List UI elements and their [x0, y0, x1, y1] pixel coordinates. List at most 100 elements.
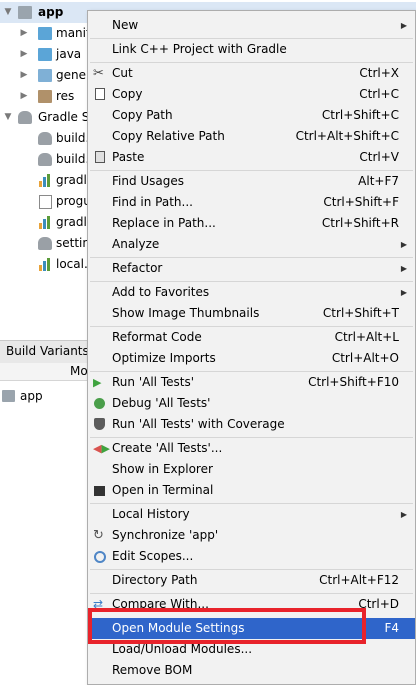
expand-arrow-icon[interactable]: ▶: [18, 23, 30, 44]
properties-file-icon: [39, 216, 51, 229]
tree-item-label: manif: [56, 26, 91, 40]
run-play-icon: ▶: [93, 376, 102, 389]
menu-item-debug-all-tests[interactable]: Debug 'All Tests': [88, 393, 415, 414]
paste-icon: [95, 151, 105, 163]
menu-item-analyze[interactable]: Analyze ▶: [88, 234, 415, 255]
menu-item-synchronize[interactable]: ↻ Synchronize 'app': [88, 525, 415, 546]
generated-folder-icon: [38, 69, 52, 82]
menu-item-new[interactable]: New ▶: [88, 15, 415, 36]
expand-arrow-icon[interactable]: ▶: [18, 44, 30, 65]
gradle-elephant-icon: [38, 153, 52, 166]
menu-item-label: Cut: [112, 66, 133, 80]
menu-item-shortcut: Ctrl+Shift+R: [321, 216, 399, 230]
menu-item-label: Remove BOM: [112, 663, 193, 677]
tree-item-label: res: [56, 89, 75, 103]
scope-icon: [94, 551, 106, 563]
menu-item-label: Run 'All Tests' with Coverage: [112, 417, 285, 431]
menu-item-replace-in-path[interactable]: Replace in Path... Ctrl+Shift+R: [88, 213, 415, 234]
menu-item-shortcut: Ctrl+Shift+C: [321, 108, 399, 122]
context-menu: New ▶ Link C++ Project with Gradle ✂ Cut…: [87, 10, 416, 685]
menu-item-label: Analyze: [112, 237, 160, 251]
menu-item-label: Run 'All Tests': [112, 375, 194, 389]
menu-item-copy-path[interactable]: Copy Path Ctrl+Shift+C: [88, 105, 415, 126]
menu-item-copy[interactable]: Copy Ctrl+C: [88, 84, 415, 105]
tree-item-label: java: [56, 47, 82, 61]
menu-item-label: Copy: [112, 87, 143, 101]
folder-icon: [38, 27, 52, 40]
menu-item-label: Reformat Code: [112, 330, 202, 344]
menu-item-remove-bom[interactable]: Remove BOM: [88, 660, 415, 681]
menu-item-label: Find in Path...: [112, 195, 193, 209]
menu-item-edit-scopes[interactable]: Edit Scopes...: [88, 546, 415, 567]
gradle-elephant-icon: [38, 132, 52, 145]
menu-item-copy-relative-path[interactable]: Copy Relative Path Ctrl+Alt+Shift+C: [88, 126, 415, 147]
module-column-label: Mo: [70, 364, 88, 378]
menu-item-label: Directory Path: [112, 573, 198, 587]
menu-item-local-history[interactable]: Local History ▶: [88, 504, 415, 525]
folder-icon: [38, 48, 52, 61]
resources-folder-icon: [38, 90, 52, 103]
menu-item-shortcut: Ctrl+Alt+Shift+C: [295, 129, 399, 143]
debug-bug-icon: [94, 398, 105, 409]
collapse-arrow-icon[interactable]: ▼: [2, 107, 14, 128]
tree-root-label: app: [38, 5, 64, 19]
menu-item-add-to-favorites[interactable]: Add to Favorites ▶: [88, 282, 415, 303]
menu-item-find-in-path[interactable]: Find in Path... Ctrl+Shift+F: [88, 192, 415, 213]
submenu-arrow-icon: ▶: [400, 264, 407, 273]
tree-item-label: progu: [56, 194, 91, 208]
tree-item-label: build.: [56, 131, 90, 145]
tree-item-label: build.: [56, 152, 90, 166]
submenu-arrow-icon: ▶: [400, 288, 407, 297]
coverage-shield-icon: [94, 418, 105, 430]
text-file-icon: [39, 195, 52, 209]
menu-item-find-usages[interactable]: Find Usages Alt+F7: [88, 171, 415, 192]
module-folder-icon: [18, 6, 32, 19]
menu-item-shortcut: Alt+F7: [358, 174, 399, 188]
menu-item-run-with-coverage[interactable]: Run 'All Tests' with Coverage: [88, 414, 415, 435]
menu-item-shortcut: Ctrl+Alt+F12: [319, 573, 399, 587]
menu-item-shortcut: Ctrl+Shift+F: [323, 195, 399, 209]
expand-arrow-icon[interactable]: ▶: [18, 65, 30, 86]
menu-item-shortcut: Ctrl+Shift+T: [322, 306, 399, 320]
copy-icon: [95, 88, 105, 100]
menu-item-label: Copy Relative Path: [112, 129, 225, 143]
menu-item-label: Find Usages: [112, 174, 185, 188]
menu-item-label: New: [112, 18, 139, 32]
build-variant-module-label: app: [20, 389, 43, 403]
menu-item-label: Open in Terminal: [112, 483, 214, 497]
menu-item-label: Local History: [112, 507, 190, 521]
menu-item-open-in-terminal[interactable]: Open in Terminal: [88, 480, 415, 501]
menu-item-label: Debug 'All Tests': [112, 396, 211, 410]
menu-item-paste[interactable]: Paste Ctrl+V: [88, 147, 415, 168]
menu-item-show-in-explorer[interactable]: Show in Explorer: [88, 459, 415, 480]
menu-item-cut[interactable]: ✂ Cut Ctrl+X: [88, 63, 415, 84]
submenu-arrow-icon: ▶: [400, 510, 407, 519]
gradle-elephant-icon: [18, 111, 32, 124]
gradle-elephant-icon: [38, 237, 52, 250]
menu-item-label: Show Image Thumbnails: [112, 306, 260, 320]
properties-file-icon: [39, 174, 51, 187]
menu-item-label: Link C++ Project with Gradle: [112, 42, 287, 56]
submenu-arrow-icon: ▶: [400, 21, 407, 30]
menu-item-shortcut: Ctrl+Alt+O: [331, 351, 399, 365]
menu-item-shortcut: Ctrl+V: [359, 150, 399, 164]
menu-item-link-cpp[interactable]: Link C++ Project with Gradle: [88, 39, 415, 60]
menu-item-label: Optimize Imports: [112, 351, 216, 365]
module-folder-icon: [2, 390, 15, 402]
sync-icon: ↻: [93, 528, 104, 543]
menu-item-show-image-thumbnails[interactable]: Show Image Thumbnails Ctrl+Shift+T: [88, 303, 415, 324]
submenu-arrow-icon: ▶: [400, 240, 407, 249]
menu-item-directory-path[interactable]: Directory Path Ctrl+Alt+F12: [88, 570, 415, 591]
menu-item-reformat-code[interactable]: Reformat Code Ctrl+Alt+L: [88, 327, 415, 348]
properties-file-icon: [39, 258, 51, 271]
menu-item-create-all-tests[interactable]: ◀▶ Create 'All Tests'...: [88, 438, 415, 459]
menu-item-run-all-tests[interactable]: ▶ Run 'All Tests' Ctrl+Shift+F10: [88, 372, 415, 393]
tree-item-label: gener: [56, 68, 91, 82]
menu-item-refactor[interactable]: Refactor ▶: [88, 258, 415, 279]
menu-item-label: Copy Path: [112, 108, 173, 122]
expand-arrow-icon[interactable]: ▶: [18, 86, 30, 107]
collapse-arrow-icon[interactable]: ▼: [2, 2, 14, 23]
menu-item-label: Refactor: [112, 261, 163, 275]
scissors-icon: ✂: [93, 66, 104, 81]
menu-item-optimize-imports[interactable]: Optimize Imports Ctrl+Alt+O: [88, 348, 415, 369]
